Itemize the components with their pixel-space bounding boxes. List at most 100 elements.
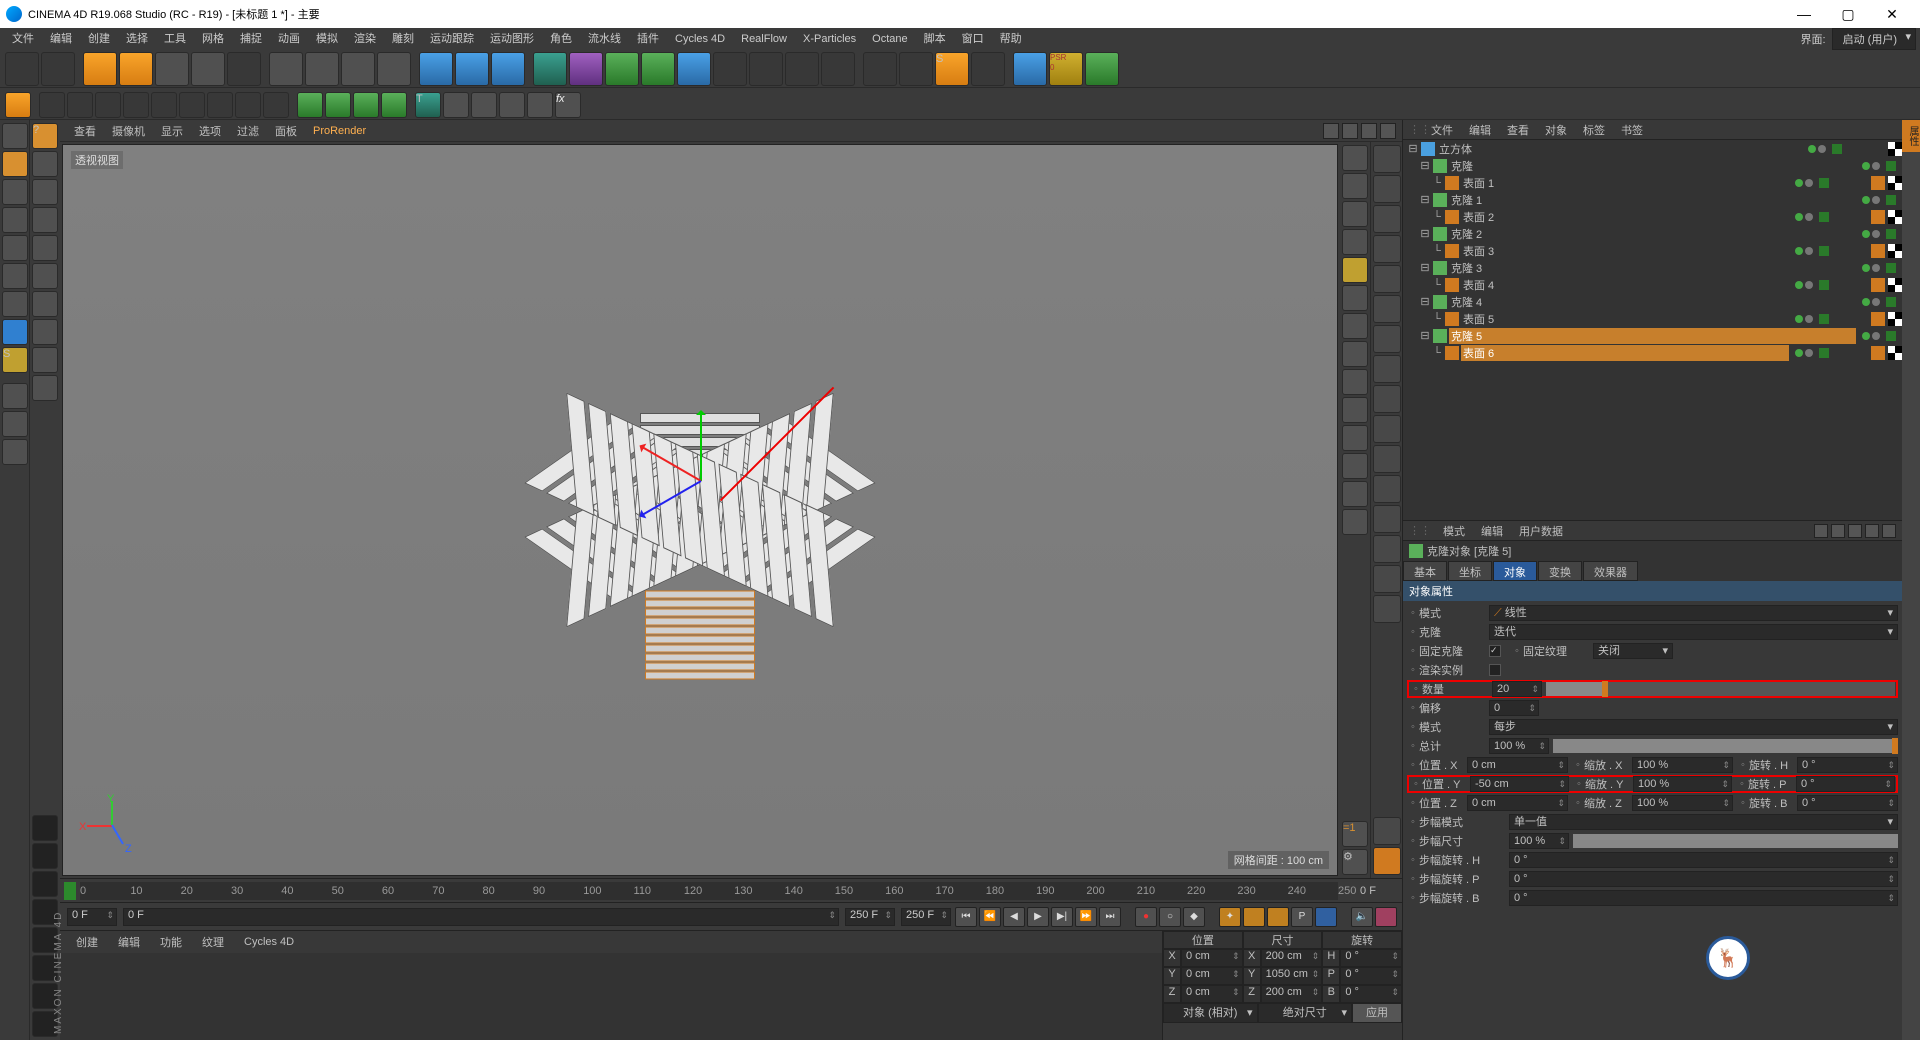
menu-创建[interactable]: 创建 (80, 28, 118, 50)
attr-count-slider[interactable] (1546, 682, 1895, 696)
viewmenu-过滤[interactable]: 过滤 (229, 123, 267, 139)
vr2-16[interactable] (1373, 595, 1401, 623)
texture-tag-icon[interactable] (1888, 244, 1902, 258)
visibility-check[interactable] (1886, 161, 1896, 171)
stage-object[interactable] (821, 52, 855, 86)
texture-tag-icon[interactable] (1888, 346, 1902, 360)
attr-stepsize-slider[interactable] (1573, 834, 1898, 848)
menu-文件[interactable]: 文件 (4, 28, 42, 50)
snap-grid-6[interactable] (179, 92, 205, 118)
goto-end[interactable]: ⏭ (1099, 907, 1121, 927)
vr-gear-icon[interactable]: ⚙ (1342, 849, 1368, 875)
mat-menu-创建[interactable]: 创建 (66, 934, 108, 950)
question-help-icon[interactable]: ? (32, 123, 58, 149)
goto-start[interactable]: ⏮ (955, 907, 977, 927)
tweak-mode[interactable]: S (2, 347, 28, 373)
mat-menu-纹理[interactable]: 纹理 (192, 934, 234, 950)
coord-size-Z[interactable]: 200 cm (1261, 985, 1323, 1003)
selection-tag-icon[interactable] (1871, 210, 1885, 224)
tree-row-表面 3[interactable]: └ 表面 3 (1403, 242, 1902, 259)
mograph-fracture[interactable] (353, 92, 379, 118)
objmenu-文件[interactable]: 文件 (1423, 122, 1461, 138)
xp-button[interactable] (1013, 52, 1047, 86)
mat-menu-编辑[interactable]: 编辑 (108, 934, 150, 950)
timeline-playhead[interactable] (64, 882, 76, 900)
tree-row-克隆 4[interactable]: ⊟ 克隆 4 (1403, 293, 1902, 310)
vr2-10[interactable] (1373, 415, 1401, 443)
side-tab-spare[interactable] (1902, 152, 1920, 1040)
mat-menu-功能[interactable]: 功能 (150, 934, 192, 950)
vr-tool-1[interactable] (1342, 145, 1368, 171)
vr-tool-13[interactable] (1342, 481, 1368, 507)
enable-axis[interactable] (5, 92, 31, 118)
attr-scale-y[interactable]: 100 % (1633, 776, 1732, 792)
attr-rot-p[interactable]: 0 ° (1796, 776, 1895, 792)
tree-label[interactable]: 表面 1 (1461, 175, 1789, 191)
move-icon[interactable] (32, 263, 58, 289)
layout-dropdown[interactable]: 启动 (用户) (1832, 28, 1916, 50)
vr-tool-7[interactable] (1342, 313, 1368, 339)
snap-grid-5[interactable] (151, 92, 177, 118)
selection-tag-icon[interactable] (1871, 278, 1885, 292)
vr2-9[interactable] (1373, 385, 1401, 413)
redo-button[interactable] (41, 52, 75, 86)
timeline-ruler[interactable]: 0102030405060708090100110120130140150160… (60, 878, 1402, 902)
current-frame-field[interactable]: 0 F (67, 908, 117, 926)
cube-primitive[interactable] (533, 52, 567, 86)
objmenu-查看[interactable]: 查看 (1499, 122, 1537, 138)
tree-row-立方体[interactable]: ⊟ 立方体 (1403, 140, 1902, 157)
menu-渲染[interactable]: 渲染 (346, 28, 384, 50)
visibility-check[interactable] (1886, 331, 1896, 341)
attr-steprot-b[interactable]: 0 ° (1509, 890, 1898, 906)
vr-tool-3[interactable] (1342, 201, 1368, 227)
psr-button[interactable]: PSR0 (1049, 52, 1083, 86)
attr-home-icon[interactable] (1865, 524, 1879, 538)
axis-mode[interactable] (2, 319, 28, 345)
attr-pos-x[interactable]: 0 cm (1467, 757, 1568, 773)
menu-选择[interactable]: 选择 (118, 28, 156, 50)
tree-label[interactable]: 克隆 4 (1449, 294, 1856, 310)
menu-Octane[interactable]: Octane (864, 28, 915, 50)
end-frame-field[interactable]: 250 F (901, 908, 951, 926)
tree-label[interactable]: 克隆 2 (1449, 226, 1856, 242)
tree-label[interactable]: 表面 3 (1461, 243, 1789, 259)
tree-label[interactable]: 克隆 (1449, 158, 1856, 174)
rotate-icon[interactable] (32, 291, 58, 317)
selection-tag-icon[interactable] (1871, 176, 1885, 190)
coord-size-X[interactable]: 200 cm (1261, 949, 1323, 967)
mat-menu-Cycles 4D[interactable]: Cycles 4D (234, 936, 304, 948)
octane-settings[interactable] (971, 52, 1005, 86)
vr-tool-6[interactable] (1342, 285, 1368, 311)
light-object[interactable] (785, 52, 819, 86)
autokey[interactable]: ○ (1159, 907, 1181, 927)
effector-fx[interactable]: fx (555, 92, 581, 118)
vr2-bookmark[interactable] (1373, 817, 1401, 845)
tree-row-表面 1[interactable]: └ 表面 1 (1403, 174, 1902, 191)
menu-帮助[interactable]: 帮助 (992, 28, 1030, 50)
scale-tool[interactable] (155, 52, 189, 86)
menu-工具[interactable]: 工具 (156, 28, 194, 50)
visibility-check[interactable] (1819, 314, 1829, 324)
scale-icon[interactable] (32, 319, 58, 345)
snap-toggle[interactable] (2, 383, 28, 409)
attr-tab-变换[interactable]: 变换 (1538, 561, 1582, 581)
rotate-tool[interactable] (191, 52, 225, 86)
menu-动画[interactable]: 动画 (270, 28, 308, 50)
mograph-cloner[interactable] (297, 92, 323, 118)
attr-tab-基本[interactable]: 基本 (1403, 561, 1447, 581)
vr-tool-9[interactable] (1342, 369, 1368, 395)
visibility-check[interactable] (1819, 246, 1829, 256)
tree-row-克隆 3[interactable]: ⊟ 克隆 3 (1403, 259, 1902, 276)
render-region[interactable] (455, 52, 489, 86)
window-minimize[interactable]: — (1782, 0, 1826, 28)
attr-up-icon[interactable] (1848, 524, 1862, 538)
menu-角色[interactable]: 角色 (542, 28, 580, 50)
move-gizmo[interactable] (620, 401, 780, 561)
snap-grid-1[interactable] (39, 92, 65, 118)
viewport-nav-4[interactable] (1380, 123, 1396, 139)
attr-total-field[interactable]: 100 % (1489, 738, 1549, 754)
visibility-check[interactable] (1886, 229, 1896, 239)
step-back[interactable]: ◀ (1003, 907, 1025, 927)
menu-运动图形[interactable]: 运动图形 (482, 28, 542, 50)
vr-tool-12[interactable] (1342, 453, 1368, 479)
